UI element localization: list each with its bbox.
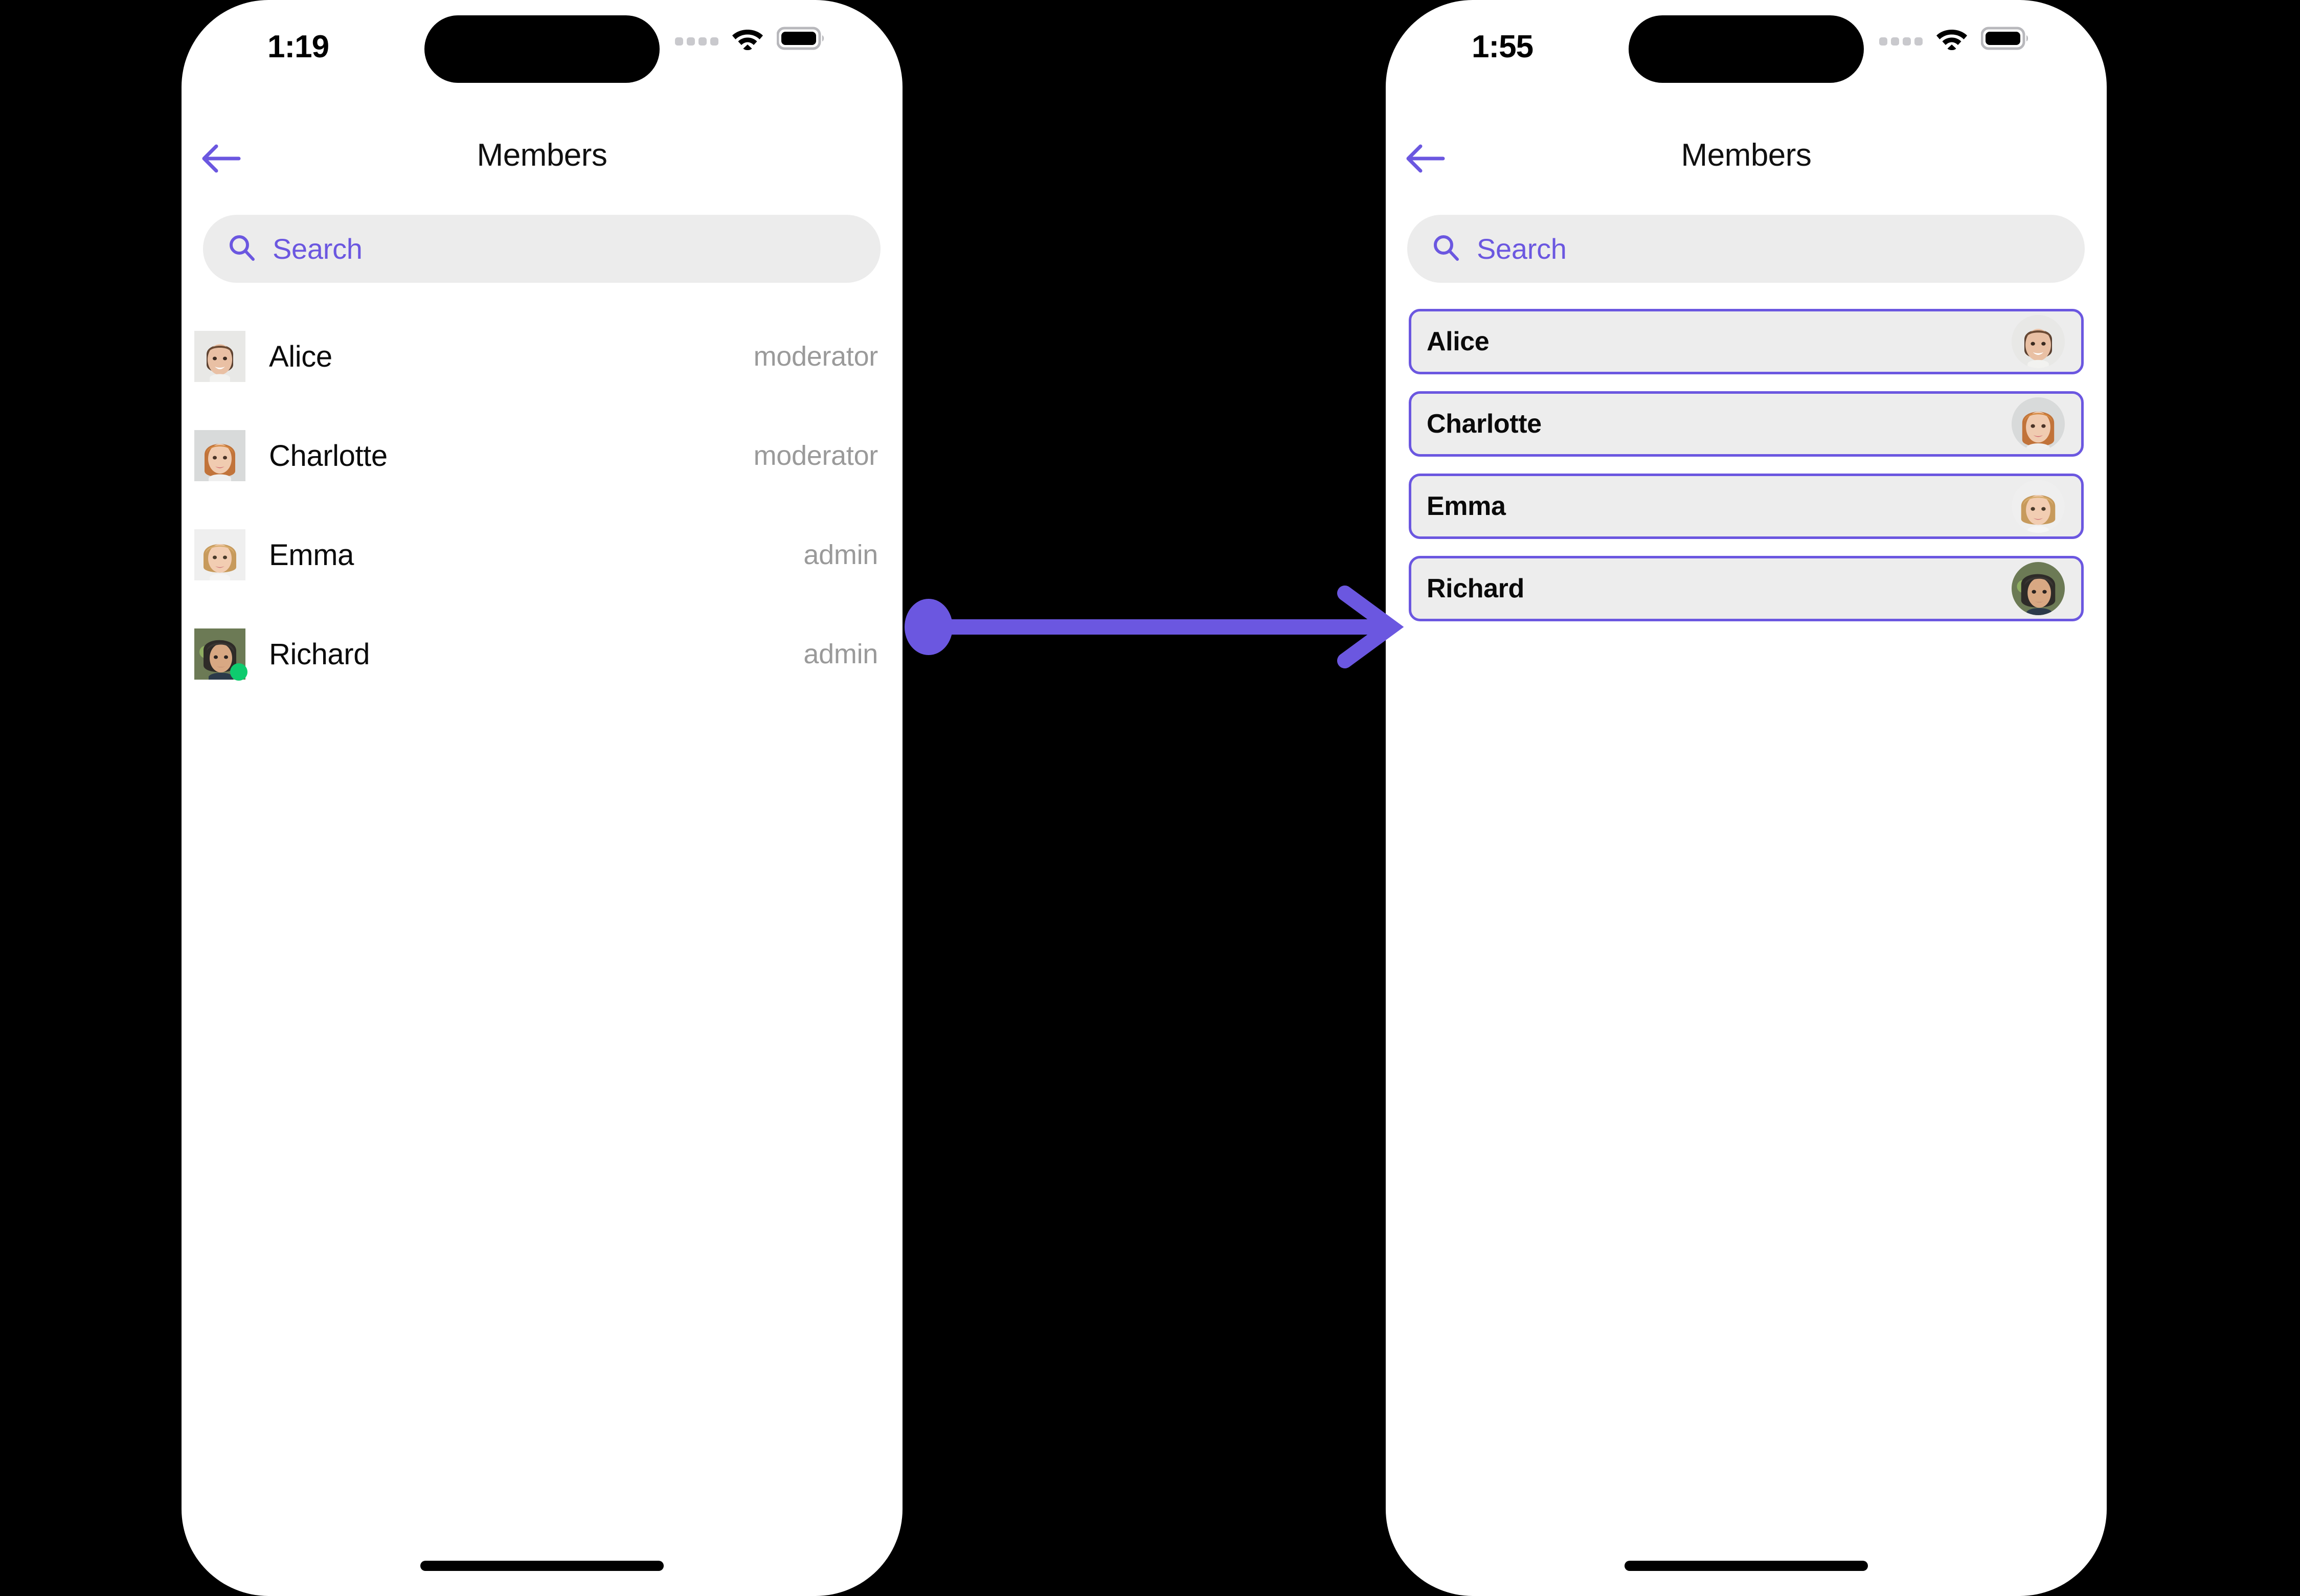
- status-bar-clock: 1:55: [1472, 29, 1534, 64]
- member-list: Alice moderator Charlotte moderator Emma…: [182, 307, 903, 704]
- home-indicator: [420, 1561, 664, 1571]
- cellular-bars-icon: [675, 32, 718, 48]
- status-bar-indicators: [675, 27, 826, 53]
- member-role: admin: [803, 540, 878, 570]
- battery-full-icon: [776, 27, 826, 53]
- member-card-emma[interactable]: Emma: [1409, 474, 2084, 539]
- avatar-emma: [2012, 480, 2065, 533]
- status-bar-clock: 1:19: [267, 29, 329, 64]
- dynamic-island: [424, 15, 660, 83]
- avatar-alice: [2012, 315, 2065, 368]
- member-card-charlotte[interactable]: Charlotte: [1409, 391, 2084, 457]
- home-indicator: [1625, 1561, 1868, 1571]
- member-name: Emma: [269, 538, 354, 572]
- search-placeholder: Search: [273, 233, 363, 265]
- flow-arrow-annotation: [869, 578, 1416, 680]
- member-name: Charlotte: [269, 439, 388, 473]
- member-name: Richard: [1427, 574, 1524, 603]
- navigation-bar: Members: [182, 132, 903, 188]
- avatar-wrap: [194, 628, 247, 681]
- phone-screen-members-select: 1:55 Members Search Alice Charlotte Emma…: [1386, 0, 2107, 1596]
- search-input[interactable]: Search: [203, 215, 881, 283]
- avatar-emma: [194, 529, 245, 580]
- member-row-charlotte[interactable]: Charlotte moderator: [182, 406, 903, 505]
- avatar-alice: [194, 331, 245, 382]
- search-icon: [228, 233, 256, 264]
- navigation-bar: Members: [1386, 132, 2107, 188]
- member-name: Richard: [269, 637, 370, 671]
- screenshot-canvas: 1:19 Members Search Alice moderator Char…: [0, 0, 2300, 1596]
- member-role: admin: [803, 639, 878, 669]
- member-role: moderator: [753, 341, 878, 372]
- avatar-charlotte: [194, 430, 245, 481]
- member-row-emma[interactable]: Emma admin: [182, 505, 903, 604]
- avatar-wrap: [194, 331, 245, 382]
- member-card-list: Alice Charlotte Emma Richard: [1386, 309, 2107, 638]
- member-name: Alice: [1427, 327, 1490, 356]
- online-status-badge: [230, 663, 247, 681]
- member-row-alice[interactable]: Alice moderator: [182, 307, 903, 406]
- cellular-bars-icon: [1879, 32, 1923, 48]
- member-card-richard[interactable]: Richard: [1409, 556, 2084, 621]
- dynamic-island: [1629, 15, 1864, 83]
- wifi-icon: [732, 27, 763, 53]
- search-input[interactable]: Search: [1407, 215, 2085, 283]
- status-bar: 1:55: [1386, 0, 2107, 92]
- wifi-icon: [1936, 27, 1968, 53]
- search-icon: [1432, 233, 1460, 264]
- member-role: moderator: [753, 440, 878, 471]
- phone-screen-members-list: 1:19 Members Search Alice moderator Char…: [182, 0, 903, 1596]
- avatar-wrap: [194, 529, 245, 580]
- battery-full-icon: [1980, 27, 2030, 53]
- page-title: Members: [1681, 138, 1812, 173]
- member-card-alice[interactable]: Alice: [1409, 309, 2084, 374]
- status-bar-indicators: [1879, 27, 2030, 53]
- avatar-charlotte: [2012, 397, 2065, 451]
- page-title: Members: [477, 138, 607, 173]
- member-row-richard[interactable]: Richard admin: [182, 604, 903, 704]
- avatar-richard: [2012, 562, 2065, 615]
- search-placeholder: Search: [1477, 233, 1567, 265]
- status-bar: 1:19: [182, 0, 903, 92]
- member-name: Alice: [269, 340, 332, 373]
- member-name: Charlotte: [1427, 409, 1542, 439]
- avatar-wrap: [194, 430, 245, 481]
- member-name: Emma: [1427, 491, 1506, 521]
